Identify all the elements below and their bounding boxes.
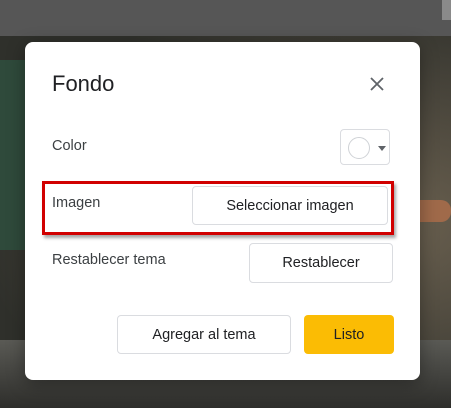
background-dialog: Fondo Color Imagen Seleccionar imagen Re… bbox=[25, 42, 420, 380]
add-to-theme-button[interactable]: Agregar al tema bbox=[117, 315, 291, 354]
scrollbar[interactable] bbox=[442, 0, 451, 20]
select-image-button[interactable]: Seleccionar imagen bbox=[192, 186, 388, 225]
dialog-title: Fondo bbox=[52, 71, 115, 96]
dropdown-caret-icon bbox=[378, 146, 386, 151]
reset-theme-label: Restablecer tema bbox=[52, 252, 166, 268]
color-swatch bbox=[348, 137, 370, 159]
done-button[interactable]: Listo bbox=[304, 315, 394, 354]
close-button[interactable] bbox=[364, 71, 390, 97]
close-icon bbox=[370, 77, 384, 91]
reset-button[interactable]: Restablecer bbox=[249, 243, 393, 283]
image-label: Imagen bbox=[52, 195, 101, 211]
color-label: Color bbox=[52, 138, 87, 154]
editor-toolbar-area bbox=[0, 0, 451, 36]
color-picker-button[interactable] bbox=[340, 129, 390, 165]
